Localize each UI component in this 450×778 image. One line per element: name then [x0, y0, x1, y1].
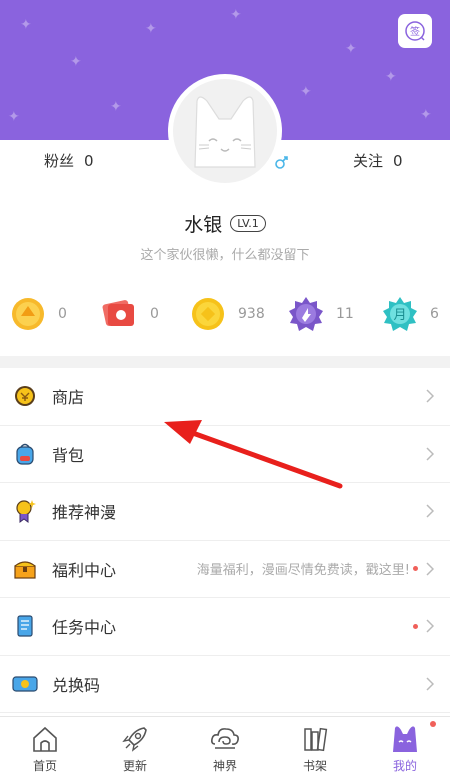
scroll-icon — [12, 613, 38, 639]
yellow-coin-icon — [192, 298, 224, 330]
shop-coin-icon — [12, 383, 38, 409]
tab-label: 书架 — [302, 759, 327, 773]
menu-item-label: 任务中心 — [52, 618, 117, 638]
sparkle-icon: ✦ — [8, 109, 20, 125]
sparkle-icon: ✦ — [345, 41, 357, 57]
monthly-ticket-icon: 月 — [383, 297, 417, 331]
cloud-swirl-icon — [208, 722, 242, 756]
menu-list: 商店 背包 推荐神漫 福利中心 海量福利，漫画尽情免费读，戳这里! 任务中心 兑… — [0, 368, 450, 713]
username: 水银 — [184, 214, 223, 236]
menu-item-label: 福利中心 — [52, 560, 117, 580]
menu-item-shop[interactable]: 商店 — [0, 368, 450, 426]
medal-icon — [12, 498, 38, 524]
sparkle-icon: ✦ — [300, 84, 312, 100]
fans-count: 0 — [84, 152, 94, 170]
welfare-promo-text: 海量福利，漫画尽情免费读，戳这里! — [196, 563, 410, 579]
svg-text:月: 月 — [393, 308, 406, 323]
menu-item-label: 兑换码 — [52, 675, 101, 695]
notification-dot — [413, 566, 418, 572]
section-divider — [0, 356, 450, 368]
chevron-right-icon — [426, 562, 434, 576]
username-row: 水银 LV.1 — [0, 210, 450, 237]
menu-item-label: 商店 — [52, 388, 85, 408]
asset-row: 0 0 938 11 月 6 — [0, 292, 450, 336]
asset-yellow-coin[interactable]: 938 — [190, 292, 265, 336]
notification-dot — [413, 623, 418, 629]
tab-bookshelf[interactable]: 书架 — [270, 717, 360, 778]
coupon-icon — [12, 671, 38, 697]
menu-item-label: 推荐神漫 — [52, 503, 117, 523]
chevron-right-icon — [426, 504, 434, 518]
bookshelf-icon — [298, 722, 332, 756]
sparkle-icon: ✦ — [420, 107, 432, 123]
sparkle-icon: ✦ — [385, 69, 397, 85]
tab-updates[interactable]: 更新 — [90, 717, 180, 778]
menu-item-backpack[interactable]: 背包 — [0, 426, 450, 483]
follow-label: 关注 — [353, 152, 384, 170]
tab-label: 更新 — [122, 759, 147, 773]
tab-label: 首页 — [32, 759, 57, 773]
avatar[interactable] — [168, 74, 282, 188]
asset-purple-badge[interactable]: 11 — [288, 292, 354, 336]
asset-monthly-ticket[interactable]: 月 6 — [382, 292, 439, 336]
home-icon — [28, 722, 62, 756]
sparkle-icon: ✦ — [145, 21, 157, 37]
user-bio: 这个家伙很懒，什么都没留下 — [140, 248, 310, 263]
purple-badge-icon — [289, 297, 323, 331]
gold-coin-icon — [12, 298, 44, 330]
chevron-right-icon — [426, 619, 434, 633]
rabbit-avatar-icon — [194, 96, 256, 168]
asset-value: 11 — [336, 306, 354, 322]
level-badge: LV.1 — [230, 215, 266, 232]
sparkle-icon: ✦ — [20, 17, 32, 33]
menu-item-label: 背包 — [52, 445, 85, 465]
tab-mine[interactable]: 我的 — [360, 717, 450, 778]
sign-in-icon: 签 — [405, 21, 425, 41]
red-ticket-icon — [102, 300, 134, 326]
sign-in-button[interactable]: 签 — [398, 14, 432, 48]
follow-stat[interactable]: 关注 0 — [353, 150, 403, 171]
treasure-chest-icon — [12, 556, 38, 582]
profile-icon — [388, 722, 422, 756]
asset-value: 0 — [58, 306, 67, 322]
tab-god-realm[interactable]: 神界 — [180, 717, 270, 778]
asset-value: 938 — [238, 306, 265, 322]
gender-male-icon — [270, 152, 292, 174]
bottom-tab-bar: 首页 更新 神界 书架 我的 — [0, 716, 450, 778]
menu-item-welfare[interactable]: 福利中心 海量福利，漫画尽情免费读，戳这里! — [0, 541, 450, 598]
menu-item-recommended[interactable]: 推荐神漫 — [0, 483, 450, 541]
sparkle-icon: ✦ — [230, 7, 242, 23]
asset-value: 6 — [430, 306, 439, 322]
sparkle-icon: ✦ — [110, 99, 122, 115]
asset-value: 0 — [150, 306, 159, 322]
backpack-icon — [12, 441, 38, 467]
asset-gold-coin[interactable]: 0 — [10, 292, 67, 336]
rocket-icon — [118, 722, 152, 756]
fans-label: 粉丝 — [44, 152, 75, 170]
sparkle-icon: ✦ — [70, 54, 82, 70]
tab-label: 神界 — [212, 759, 237, 773]
menu-item-redeem[interactable]: 兑换码 — [0, 656, 450, 713]
tab-home[interactable]: 首页 — [0, 717, 90, 778]
fans-stat[interactable]: 粉丝 0 — [44, 150, 94, 171]
chevron-right-icon — [426, 677, 434, 691]
svg-text:签: 签 — [410, 25, 420, 38]
follow-count: 0 — [393, 152, 403, 170]
notification-dot — [430, 721, 436, 727]
menu-item-tasks[interactable]: 任务中心 — [0, 598, 450, 656]
tab-label: 我的 — [392, 759, 417, 773]
chevron-right-icon — [426, 447, 434, 461]
asset-red-ticket[interactable]: 0 — [100, 292, 159, 336]
chevron-right-icon — [426, 389, 434, 403]
